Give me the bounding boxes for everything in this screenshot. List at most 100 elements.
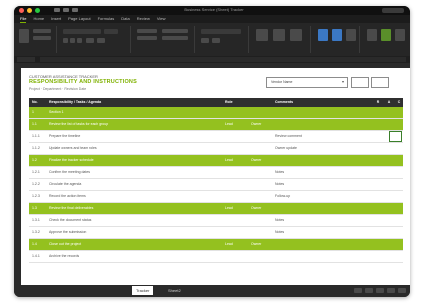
table-row[interactable]: 1.1.2 Update owners and team roles Owner u… [29, 143, 403, 155]
cell-tag[interactable]: Owner [251, 155, 271, 166]
cell-tag[interactable]: Owner [251, 239, 271, 250]
merge-center-button[interactable] [162, 36, 188, 40]
cell-no[interactable]: 1.2.2 [32, 179, 46, 190]
cell-no[interactable]: 1.1.2 [32, 143, 46, 154]
tab-home[interactable]: Home [33, 15, 44, 23]
font-color-icon[interactable] [97, 38, 105, 43]
table-row[interactable]: 1.1 Review the list of tasks for each gro… [29, 119, 403, 131]
vendor-dropdown[interactable]: Vendor Name ▾ [266, 77, 348, 88]
sum-icon[interactable] [367, 29, 377, 41]
redo-icon[interactable] [72, 8, 78, 12]
table-row[interactable]: 1.2.3 Record the action items Follow-up [29, 191, 403, 203]
cell-tag[interactable]: Owner [251, 119, 271, 130]
cell-task[interactable]: Circulate the agenda [49, 179, 219, 190]
cell-no[interactable]: 1.1.1 [32, 131, 46, 142]
cell-role[interactable]: Lead [225, 119, 251, 130]
table-row[interactable]: 1.2.1 Confirm the meeting dates Notes [29, 167, 403, 179]
cell-no[interactable]: 1.2.1 [32, 167, 46, 178]
currency-icon[interactable] [201, 38, 209, 43]
tab-data[interactable]: Data [121, 15, 129, 23]
cut-icon[interactable] [33, 29, 51, 33]
cell-req[interactable]: Notes [275, 215, 365, 226]
cell-req[interactable]: Notes [275, 227, 365, 238]
cell-task[interactable]: Review the final deliverables [49, 203, 219, 214]
zoom-in-icon[interactable] [398, 288, 406, 293]
cell-task[interactable]: Update owners and team roles [49, 143, 219, 154]
fill-color-icon[interactable] [86, 38, 94, 43]
cell-task[interactable]: Section 1 [49, 107, 219, 118]
align-left-icon[interactable] [137, 36, 157, 40]
table-row[interactable]: 1.4 Close out the project Lead Owner [29, 239, 403, 251]
normal-view-icon[interactable] [354, 288, 362, 293]
cell-role[interactable]: Lead [225, 239, 251, 250]
table-row[interactable]: 1.2 Finalize the tracker schedule Lead Owne… [29, 155, 403, 167]
table-row[interactable]: 1.4.1 Archive the records [29, 251, 403, 263]
number-format-select[interactable] [201, 29, 241, 34]
cell-role[interactable]: Lead [225, 203, 251, 214]
cell-task[interactable]: Confirm the meeting dates [49, 167, 219, 178]
table-row[interactable]: 1.3.2 Approve the submission Notes [29, 227, 403, 239]
cell-task[interactable]: Prepare the timeline [49, 131, 219, 142]
cell-no[interactable]: 1.3.1 [32, 215, 46, 226]
cell-req[interactable]: Follow-up [275, 191, 365, 202]
cell-req[interactable]: Owner update [275, 143, 365, 154]
font-name-select[interactable] [63, 29, 101, 34]
cell-req[interactable]: Review comment [275, 131, 365, 142]
cell-req[interactable]: Notes [275, 179, 365, 190]
minimize-window-button[interactable] [27, 8, 32, 13]
close-window-button[interactable] [19, 8, 24, 13]
tab-review[interactable]: Review [137, 15, 150, 23]
cell-no[interactable]: 1 [32, 107, 46, 118]
cell-role[interactable]: Lead [225, 155, 251, 166]
tab-page-layout[interactable]: Page Layout [68, 15, 90, 23]
undo-icon[interactable] [63, 8, 69, 12]
cell-no[interactable]: 1.3.2 [32, 227, 46, 238]
cell-task[interactable]: Check the document status [49, 215, 219, 226]
cell-req[interactable]: Notes [275, 167, 365, 178]
sheet-tab-tracker[interactable]: Tracker [132, 286, 154, 295]
tab-insert[interactable]: Insert [51, 15, 61, 23]
zoom-slider[interactable] [387, 288, 395, 293]
cell-tag[interactable]: Owner [251, 203, 271, 214]
zoom-out-icon[interactable] [376, 288, 384, 293]
underline-icon[interactable] [77, 38, 82, 43]
cell-styles-icon[interactable] [290, 29, 302, 41]
cell-task[interactable]: Close out the project [49, 239, 219, 250]
cell-no[interactable]: 1.3 [32, 203, 46, 214]
format-cells-icon[interactable] [346, 29, 356, 41]
cell-no[interactable]: 1.2 [32, 155, 46, 166]
table-row[interactable]: 1 Section 1 [29, 107, 403, 119]
copy-icon[interactable] [33, 36, 51, 40]
cell-task[interactable]: Archive the records [49, 251, 219, 262]
save-icon[interactable] [54, 8, 60, 12]
tab-file[interactable]: File [20, 15, 27, 23]
find-select-icon[interactable] [395, 29, 405, 41]
insert-cells-icon[interactable] [318, 29, 328, 41]
table-row[interactable]: 1.3.1 Check the document status Notes [29, 215, 403, 227]
italic-icon[interactable] [70, 38, 75, 43]
conditional-formatting-icon[interactable] [256, 29, 268, 41]
cell-task[interactable]: Finalize the tracker schedule [49, 155, 219, 166]
page-layout-icon[interactable] [365, 288, 373, 293]
cell-no[interactable]: 1.2.3 [32, 191, 46, 202]
account-button[interactable] [382, 8, 404, 13]
table-row[interactable]: 1.1.1 Prepare the timeline Review comment [29, 131, 403, 143]
cell-task[interactable]: Review the list of tasks for each group [49, 119, 219, 130]
tab-view[interactable]: View [157, 15, 166, 23]
cell-no[interactable]: 1.4.1 [32, 251, 46, 262]
sort-filter-icon[interactable] [381, 29, 391, 41]
percent-icon[interactable] [212, 38, 220, 43]
cell-task[interactable]: Record the action items [49, 191, 219, 202]
tab-formulas[interactable]: Formulas [98, 15, 115, 23]
paste-icon[interactable] [19, 29, 29, 43]
font-size-select[interactable] [104, 29, 118, 34]
wrap-text-button[interactable] [162, 29, 188, 33]
sheet-tab-2[interactable]: Sheet2 [164, 286, 185, 295]
table-row[interactable]: 1.3 Review the final deliverables Lead Owne… [29, 203, 403, 215]
zoom-window-button[interactable] [35, 8, 40, 13]
name-box[interactable] [17, 57, 35, 62]
cell-no[interactable]: 1.1 [32, 119, 46, 130]
formula-input[interactable] [40, 57, 406, 62]
worksheet[interactable]: CUSTOMER ASSISTANCE TRACKER RESPONSIBILI… [21, 68, 410, 285]
table-row[interactable]: 1.2.2 Circulate the agenda Notes [29, 179, 403, 191]
